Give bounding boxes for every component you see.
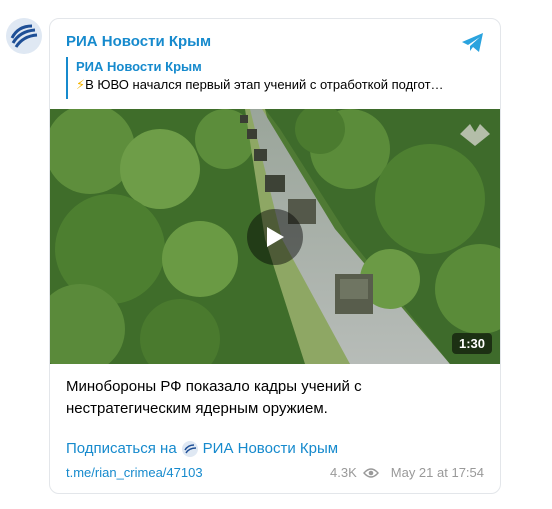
subscribe-link[interactable]: Подписаться на РИА Новости Крым (66, 440, 338, 457)
post-meta: 4.3K May 21 at 17:54 (330, 465, 484, 480)
channel-name[interactable]: РИА Новости Крым (66, 33, 211, 50)
play-button[interactable] (247, 209, 303, 265)
eye-icon (362, 467, 379, 478)
channel-avatar[interactable] (6, 18, 42, 54)
reply-title: РИА Новости Крым (76, 59, 202, 74)
reply-text-row: ⚡В ЮВО начался первый этап учений с отра… (76, 76, 484, 94)
view-count: 4.3K (330, 465, 357, 480)
video-duration: 1:30 (451, 333, 492, 354)
telegram-icon[interactable] (460, 30, 486, 56)
post-card: РИА Новости Крым РИА Новости Крым ⚡В ЮВО… (49, 18, 501, 494)
reply-text: В ЮВО начался первый этап учений с отраб… (85, 77, 444, 92)
reply-quote[interactable]: РИА Новости Крым ⚡В ЮВО начался первый э… (66, 57, 484, 99)
lightning-icon: ⚡ (76, 77, 86, 92)
post-date: May 21 at 17:54 (390, 465, 484, 480)
post-link[interactable]: t.me/rian_crimea/47103 (66, 465, 203, 480)
post-footer: t.me/rian_crimea/47103 4.3K May 21 at 17… (66, 465, 484, 480)
subscribe-channel: РИА Новости Крым (202, 440, 339, 457)
message-text: Минобороны РФ показало кадры учений с не… (66, 378, 362, 417)
subscribe-prefix: Подписаться на (66, 440, 177, 457)
ria-logo-icon (181, 440, 198, 457)
video-player[interactable]: 1:30 (50, 109, 500, 364)
play-icon (267, 227, 284, 247)
ria-logo-icon (6, 18, 42, 54)
